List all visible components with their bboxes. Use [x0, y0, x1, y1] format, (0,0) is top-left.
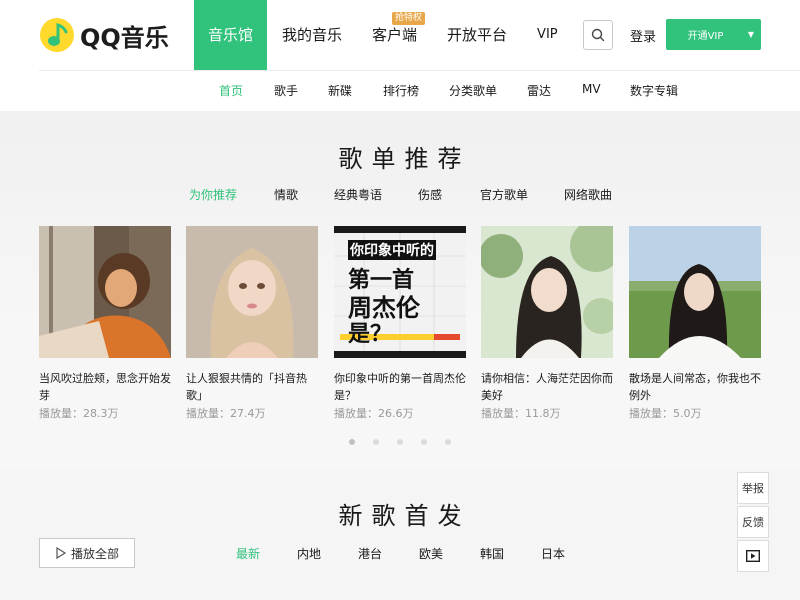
subnav-home[interactable]: 首页: [219, 82, 243, 99]
tab-cantonese-classics[interactable]: 经典粤语: [334, 186, 382, 203]
tab-sad[interactable]: 伤感: [418, 186, 442, 203]
playlist-plays: 播放量：26.6万: [334, 407, 414, 420]
nav-client[interactable]: 客户端: [357, 0, 432, 70]
login-link[interactable]: 登录: [630, 26, 656, 45]
tab-hk-tw[interactable]: 港台: [358, 545, 382, 562]
playlist-name[interactable]: 散场是人间常态，你我也不例外: [629, 370, 761, 404]
search-icon: [591, 28, 605, 42]
logo-text: QQ音乐: [80, 23, 169, 52]
cover-image-girl-garden: [481, 226, 613, 358]
playlist-name[interactable]: 让人狠狠共情的「抖音热歌」: [186, 370, 318, 404]
subnav-digital-albums[interactable]: 数字专辑: [630, 82, 678, 99]
playlist-section-title: 歌单推荐: [338, 145, 471, 173]
carousel-dot[interactable]: [373, 439, 379, 445]
playlist-plays: 播放量：28.3万: [39, 407, 119, 420]
tab-korean[interactable]: 韩国: [480, 545, 504, 562]
report-button[interactable]: 举报: [737, 472, 769, 504]
playlist-card: 当风吹过脸颊，思念开始发芽 播放量：28.3万: [39, 226, 171, 421]
playlist-name[interactable]: 你印象中听的第一首周杰伦是？: [334, 370, 466, 404]
subnav-category-playlists[interactable]: 分类歌单: [449, 82, 497, 99]
carousel-pagination: [349, 439, 469, 445]
qq-music-logo-icon: [40, 18, 74, 52]
playlist-cover[interactable]: [481, 226, 613, 358]
tab-love-songs[interactable]: 情歌: [274, 186, 298, 203]
playlist-recommend-section: 歌单推荐 为你推荐 情歌 经典粤语 伤感 官方歌单 网络歌曲 当风吹过脸颊，思念…: [0, 111, 800, 470]
playlist-cover[interactable]: [629, 226, 761, 358]
carousel-dot[interactable]: [349, 439, 355, 445]
subnav-charts[interactable]: 排行榜: [383, 82, 419, 99]
playlist-card: 散场是人间常态，你我也不例外 播放量：5.0万: [629, 226, 761, 421]
tab-japanese[interactable]: 日本: [541, 545, 565, 562]
logo[interactable]: QQ音乐: [39, 17, 169, 53]
tab-mainland[interactable]: 内地: [297, 545, 321, 562]
open-vip-label: 开通VIP: [687, 31, 724, 42]
playlist-name[interactable]: 请你相信：人海茫茫因你而美好: [481, 370, 613, 404]
tab-internet-songs[interactable]: 网络歌曲: [564, 186, 612, 203]
new-songs-section: 新歌首发 播放全部 最新 内地 港台 欧美 韩国 日本: [0, 470, 800, 600]
top-header: QQ音乐 音乐馆 我的音乐 客户端 开放平台 VIP 抢特权 登录 开通VIP …: [0, 0, 800, 70]
video-button[interactable]: [737, 540, 769, 572]
playlist-cover[interactable]: [186, 226, 318, 358]
play-icon: [56, 547, 67, 559]
side-tools: 举报 反馈: [737, 472, 769, 574]
subnav-singers[interactable]: 歌手: [274, 82, 298, 99]
carousel-dot[interactable]: [421, 439, 427, 445]
nav-music-hall[interactable]: 音乐馆: [194, 0, 267, 70]
tab-western[interactable]: 欧美: [419, 545, 443, 562]
main-nav: 音乐馆 我的音乐 客户端 开放平台 VIP: [194, 0, 573, 70]
carousel-dot[interactable]: [445, 439, 451, 445]
subnav-new-albums[interactable]: 新碟: [328, 82, 352, 99]
subnav-radar[interactable]: 雷达: [527, 82, 551, 99]
play-all-label: 播放全部: [70, 546, 119, 561]
playlist-name[interactable]: 当风吹过脸颊，思念开始发芽: [39, 370, 171, 404]
playlist-plays: 播放量：11.8万: [481, 407, 561, 420]
play-all-button[interactable]: 播放全部: [39, 538, 135, 568]
nav-my-music[interactable]: 我的音乐: [267, 0, 357, 70]
nav-vip[interactable]: VIP: [522, 0, 573, 70]
playlist-card: 让人狠狠共情的「抖音热歌」 播放量：27.4万: [186, 226, 318, 421]
cover-image-girl-field: [629, 226, 761, 358]
client-privilege-badge: 抢特权: [392, 12, 426, 25]
open-vip-button[interactable]: 开通VIP ▼: [666, 19, 761, 50]
search-button[interactable]: [583, 20, 613, 50]
feedback-button[interactable]: 反馈: [737, 506, 769, 538]
video-play-icon: [746, 550, 760, 562]
tab-official[interactable]: 官方歌单: [480, 186, 528, 203]
playlist-card: 请你相信：人海茫茫因你而美好 播放量：11.8万: [481, 226, 613, 421]
new-songs-title: 新歌首发: [338, 502, 471, 530]
sub-nav: 首页 歌手 新碟 排行榜 分类歌单 雷达 MV 数字专辑: [0, 71, 800, 111]
playlist-plays: 播放量：27.4万: [186, 407, 266, 420]
caret-down-icon[interactable]: ▼: [741, 30, 761, 39]
playlist-card: 你印象中听的 第一首 周杰伦 是？ 你印象中听的第一首周杰伦是？ 播放量：26.…: [334, 226, 466, 421]
cover-image-girl-window: [39, 226, 171, 358]
tab-latest[interactable]: 最新: [236, 545, 260, 562]
tab-for-you[interactable]: 为你推荐: [189, 186, 237, 203]
carousel-dot[interactable]: [397, 439, 403, 445]
subnav-mv[interactable]: MV: [582, 82, 601, 96]
nav-open-platform[interactable]: 开放平台: [432, 0, 522, 70]
playlist-cover[interactable]: 你印象中听的 第一首 周杰伦 是？: [334, 226, 466, 358]
cover-image-blonde-girl: [186, 226, 318, 358]
playlist-plays: 播放量：5.0万: [629, 407, 702, 420]
playlist-cover[interactable]: [39, 226, 171, 358]
